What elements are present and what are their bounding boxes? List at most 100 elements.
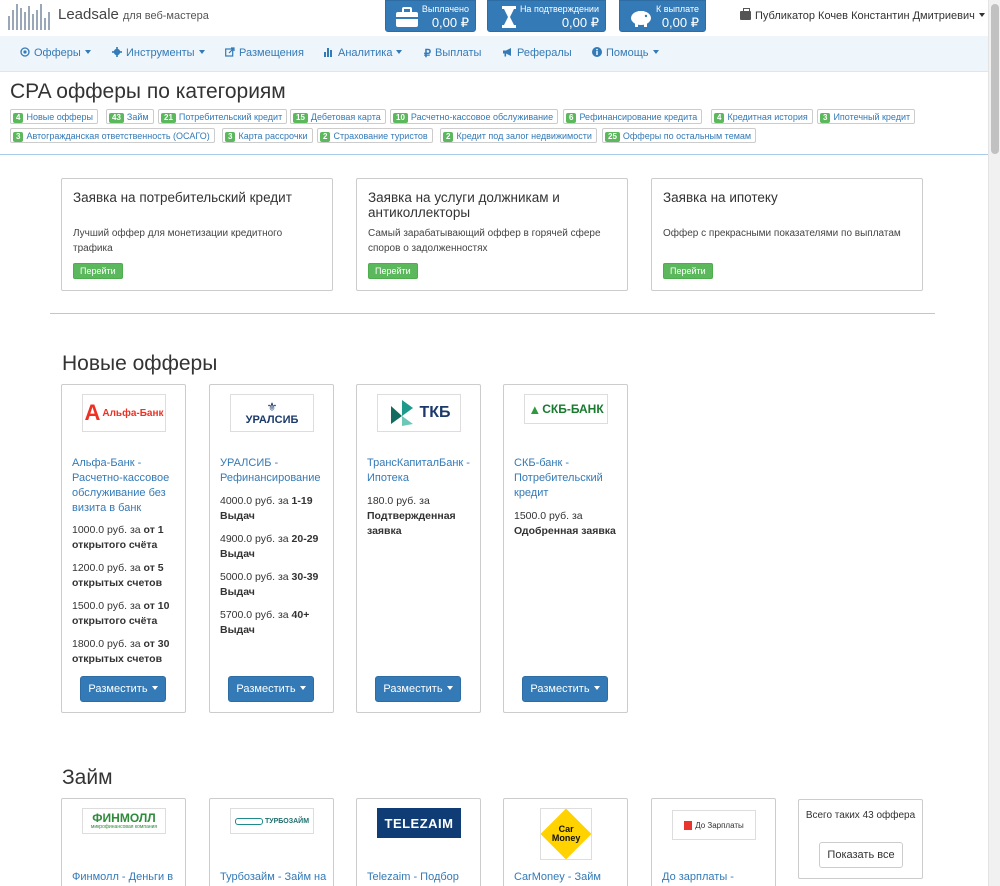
offer-title[interactable]: СКБ-банк - Потребительский кредит (514, 456, 622, 501)
balance-payable[interactable]: К выплате 0,00 ₽ (619, 0, 706, 32)
ruble-icon: ₽ (424, 48, 431, 60)
offer-title[interactable]: Финмолл - Деньги в (72, 870, 180, 885)
promo-title: Заявка на потребительский кредит (73, 190, 292, 205)
category-tag[interactable]: 2 Страхование туристов (317, 128, 433, 143)
offer-rates: 1500.0 руб. за Одобренная заявка (514, 509, 622, 547)
megaphone-icon (503, 48, 511, 57)
promo-go-button[interactable]: Перейти (73, 263, 123, 279)
bar-chart-icon (324, 48, 332, 57)
offer-rates: 180.0 руб. за Подтвержденная заявка (367, 494, 475, 547)
offer-card: TELEZAIM Telezaim - Подбор (356, 798, 481, 886)
offer-logo[interactable]: TELEZAIM (377, 808, 461, 838)
balance-pending[interactable]: На подтверждении 0,00 ₽ (487, 0, 606, 32)
offer-card: ⚜ УРАЛСИБ УРАЛСИБ - Рефинансирование 400… (209, 384, 334, 713)
offer-logo[interactable]: ⚜ УРАЛСИБ (230, 394, 314, 432)
offer-title[interactable]: До зарплаты - (662, 870, 770, 885)
offer-logo[interactable]: A Альфа-Банк (82, 394, 166, 432)
balance-value: 0,00 ₽ (661, 15, 699, 30)
offer-title[interactable]: CarMoney - Займ (514, 870, 622, 885)
caret-down-icon (446, 686, 453, 690)
promo-box: Заявка на потребительский кредит Лучший … (61, 178, 333, 291)
nav-help[interactable]: Помощь (592, 47, 659, 59)
place-offer-button[interactable]: Разместить (80, 676, 166, 702)
offer-rate: 4000.0 руб. за 1-19 Выдач (220, 495, 313, 522)
section-title-new-offers: Новые офферы (62, 352, 218, 375)
category-tag[interactable]: 25 Офферы по остальным темам (602, 128, 757, 143)
offer-title[interactable]: Турбозайм - Займ на (220, 870, 328, 885)
tkb-logo-icon (391, 400, 414, 426)
offer-card: До Зарплаты До зарплаты - (651, 798, 776, 886)
place-offer-button[interactable]: Разместить (375, 676, 461, 702)
balance-value: 0,00 ₽ (431, 15, 469, 30)
category-tag[interactable]: 6 Рефинансирование кредита (563, 109, 703, 124)
offer-rate: 5700.0 руб. за 40+ Выдач (220, 609, 310, 636)
share-icon (225, 47, 235, 57)
uralsib-emblem-icon: ⚜ (266, 400, 278, 414)
promo-go-button[interactable]: Перейти (663, 263, 713, 279)
skb-logo-icon: ▲ (528, 401, 542, 417)
offer-rate: 4900.0 руб. за 20-29 Выдач (220, 533, 319, 560)
show-all-button[interactable]: Показать все (819, 842, 903, 868)
scrollbar-thumb[interactable] (991, 4, 999, 154)
caret-down-icon (299, 686, 306, 690)
user-menu[interactable]: Публикатор Кочев Константин Дмитриевич (740, 8, 985, 22)
offer-rate: 1200.0 руб. за от 5 открытых счетов (72, 562, 164, 589)
offer-rate: 1500.0 руб. за от 10 открытого счёта (72, 600, 170, 627)
caret-down-icon (396, 50, 403, 54)
page-title: CPA офферы по категориям (10, 80, 286, 103)
nav-analytics[interactable]: Аналитика (324, 47, 403, 59)
nav-tools[interactable]: Инструменты (112, 47, 205, 59)
more-offers-count: Всего таких 43 оффера (805, 810, 916, 821)
place-offer-button[interactable]: Разместить (522, 676, 608, 702)
category-tag[interactable]: 21 Потребительский кредит (158, 109, 288, 124)
balance-label: Выплачено (421, 4, 469, 14)
category-tag[interactable]: 4 Кредитная история (711, 109, 813, 124)
offer-logo[interactable]: ФИНМОЛЛ микрофинансовая компания (82, 808, 166, 834)
top-header: Leadsale для веб-мастера Выплачено 0,00 ₽… (0, 0, 988, 36)
nav-referrals[interactable]: Рефералы (503, 47, 572, 59)
carmoney-logo-icon: Car Money (541, 809, 591, 859)
nav-payouts[interactable]: ₽ Выплаты (424, 47, 481, 60)
offer-rate: 5000.0 руб. за 30-39 Выдач (220, 571, 319, 598)
offer-title[interactable]: Telezaim - Подбор (367, 870, 475, 885)
category-tag[interactable]: 4 Новые офферы (10, 109, 99, 124)
page-scrollbar[interactable] (988, 0, 1000, 886)
category-tag[interactable]: 15 Дебетовая карта (290, 109, 386, 124)
promo-description: Лучший оффер для монетизации кредитного … (73, 228, 283, 254)
caret-down-icon (593, 686, 600, 690)
offer-logo[interactable]: ТУРБОЗАЙМ (230, 808, 314, 834)
brand-logo[interactable] (8, 4, 50, 30)
offer-logo[interactable]: ТКБ (377, 394, 461, 432)
offer-rates: 1000.0 руб. за от 1 открытого счёта 1200… (72, 523, 180, 675)
offer-rate: 1800.0 руб. за от 30 открытых счетов (72, 638, 170, 665)
category-tag[interactable]: 3 Ипотечный кредит (817, 109, 916, 124)
category-tag[interactable]: 43 Займ (106, 109, 154, 124)
gear-icon (112, 47, 122, 57)
caret-down-icon (652, 50, 659, 54)
category-tag[interactable]: 10 Расчетно-кассовое обслуживание (390, 109, 559, 124)
offer-title[interactable]: УРАЛСИБ - Рефинансирование (220, 456, 328, 486)
category-tag[interactable]: 3 Автогражданская ответственность (ОСАГО) (10, 128, 215, 143)
offer-logo[interactable]: До Зарплаты (672, 810, 756, 840)
offer-logo[interactable]: ▲ СКБ-БАНК (524, 394, 608, 424)
nav-offers[interactable]: Офферы (20, 47, 91, 59)
place-offer-button[interactable]: Разместить (228, 676, 314, 702)
user-name: Публикатор Кочев Константин Дмитриевич (755, 10, 975, 22)
category-tag[interactable]: 3 Карта рассрочки (222, 128, 313, 143)
promo-go-button[interactable]: Перейти (368, 263, 418, 279)
promo-title: Заявка на услуги должникам и антиколлект… (368, 190, 560, 220)
offer-card: ФИНМОЛЛ микрофинансовая компания Финмолл… (61, 798, 186, 886)
nav-placements[interactable]: Размещения (225, 47, 304, 59)
offer-card: ТКБ ТрансКапиталБанк - Ипотека 180.0 руб… (356, 384, 481, 713)
balance-paid[interactable]: Выплачено 0,00 ₽ (385, 0, 476, 32)
offer-title[interactable]: Альфа-Банк - Расчетно-кассовое обслужива… (72, 456, 180, 516)
promo-box: Заявка на услуги должникам и антиколлект… (356, 178, 628, 291)
offer-title[interactable]: ТрансКапиталБанк - Ипотека (367, 456, 475, 486)
offer-card: ТУРБОЗАЙМ Турбозайм - Займ на (209, 798, 334, 886)
promo-box: Заявка на ипотеку Оффер с прекрасными по… (651, 178, 923, 291)
offer-logo[interactable]: Car Money (540, 808, 592, 860)
brand-name[interactable]: Leadsale для веб-мастера (58, 6, 209, 23)
category-tag[interactable]: 2 Кредит под залог недвижимости (440, 128, 597, 143)
promo-description: Самый зарабатывающий оффер в горячей сфе… (368, 228, 601, 254)
offer-rate: 1500.0 руб. за Одобренная заявка (514, 510, 616, 537)
